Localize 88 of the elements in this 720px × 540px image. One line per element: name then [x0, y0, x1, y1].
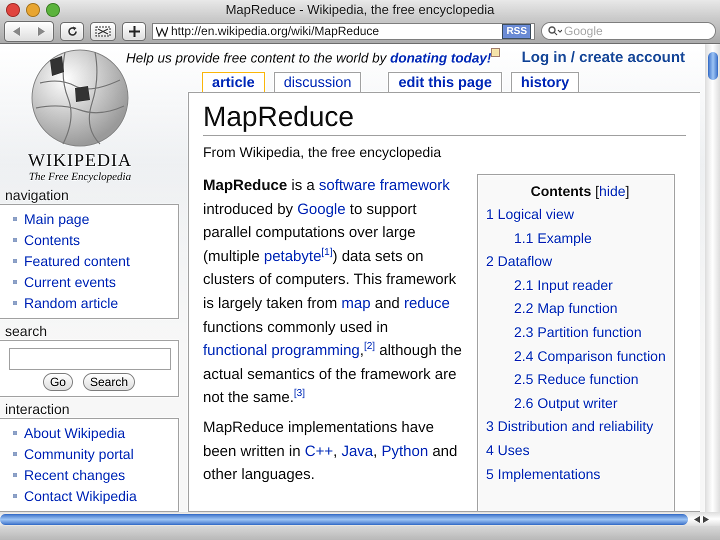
site-favicon-icon [156, 26, 168, 36]
logo-tagline: The Free Encyclopedia [28, 171, 132, 183]
bullet-icon [13, 238, 17, 242]
bullet-icon [13, 300, 17, 304]
toc-link[interactable]: 2 Dataflow [486, 250, 674, 274]
toc-link[interactable]: 5 Implementations [486, 462, 674, 486]
bullet-icon [13, 452, 17, 456]
toc-link[interactable]: 1 Logical view [486, 203, 674, 227]
sidebar-link[interactable]: Contact Wikipedia [24, 488, 137, 504]
search-form-button[interactable]: Search [82, 373, 136, 391]
toc-link[interactable]: 2.4 Comparison function [486, 344, 674, 368]
back-forward-buttons[interactable] [4, 20, 54, 42]
toc-link[interactable]: 2.5 Reduce function [486, 368, 674, 392]
donate-link[interactable]: donating today! [390, 50, 492, 66]
zoom-button[interactable] [46, 3, 60, 17]
portlet-heading: search [4, 322, 48, 340]
horizontal-scrollbar[interactable] [0, 512, 720, 526]
link[interactable]: programming [271, 342, 360, 360]
sidebar-link[interactable]: Recent changes [24, 466, 126, 482]
page-tab[interactable]: edit this page [388, 72, 502, 92]
window-title: MapReduce - Wikipedia, the free encyclopedia [226, 2, 494, 17]
bullet-icon [13, 494, 17, 498]
bullet-icon [13, 430, 17, 434]
snapback-button[interactable] [90, 22, 116, 40]
portlet-heading: navigation [4, 186, 70, 204]
close-button[interactable] [6, 3, 20, 17]
link[interactable]: map [341, 294, 371, 312]
plus-icon [128, 26, 140, 36]
left-arrow-icon[interactable] [694, 516, 700, 522]
right-arrow-icon[interactable] [703, 516, 709, 522]
toc-link[interactable]: 3 Distribution and reliability [486, 415, 674, 439]
link[interactable]: reduce [404, 294, 450, 312]
bullet-icon [13, 280, 17, 284]
link[interactable]: petabyte [264, 248, 322, 265]
scrollbar-thumb[interactable] [0, 514, 688, 524]
toc-link[interactable]: 2.2 Map function [486, 297, 674, 321]
link[interactable]: Google [297, 200, 346, 218]
reload-button[interactable] [60, 22, 84, 40]
sidebar-link[interactable]: Community portal [24, 446, 134, 462]
link[interactable]: software framework [318, 177, 450, 194]
minimize-button[interactable] [26, 3, 40, 17]
search-input[interactable] [9, 348, 171, 370]
scrollbar-thumb[interactable] [708, 52, 718, 80]
toc-link[interactable]: 1.1 Example [486, 226, 674, 250]
address-field[interactable]: http://en.wikipedia.org/wiki/MapReduce RSS [152, 22, 535, 40]
portlet-heading: interaction [4, 400, 71, 418]
page-tab[interactable]: history [510, 72, 580, 92]
toc-link[interactable]: 2.1 Input reader [486, 274, 674, 298]
bullet-icon [13, 216, 17, 220]
search-icon [548, 26, 562, 36]
login-link[interactable]: Log in / create account [522, 48, 685, 66]
address-text: http://en.wikipedia.org/wiki/MapReduce [171, 24, 380, 38]
back-arrow-icon [13, 26, 21, 36]
sidebar-link[interactable]: About Wikipedia [24, 424, 126, 440]
logo-wordmark: WIKIPEDIA [28, 150, 132, 171]
reload-icon [66, 26, 78, 36]
donation-message: Help us provide free content to the world by donating today! [126, 48, 500, 66]
toc-link[interactable]: 2.3 Partition function [486, 320, 674, 345]
search-form-button[interactable]: Go [42, 373, 73, 391]
forward-arrow-icon [37, 26, 45, 36]
search-placeholder: Google [564, 24, 603, 38]
paragraph: MapReduce is a software framework introduced by Google to support parallel computations over large (multiple petabyte$^{[1]}$) data sets on clusters of computers. This framework is largely taken from map and reduce functions commonly used in functional programming,$^{[2]}$ although the actual semantics of the framework are not the same.$^{[3]}$ [203, 176, 463, 408]
toc-link[interactable]: 2.6 Output writer [486, 392, 674, 416]
bullet-icon [13, 472, 17, 476]
link[interactable]: functional [203, 342, 272, 360]
reference-link[interactable]: [3] [294, 388, 306, 400]
reference-link[interactable]: [2] [364, 341, 376, 352]
sidebar-link[interactable]: Random article [24, 294, 118, 310]
page-tab[interactable]: discussion [274, 72, 362, 92]
page-tab[interactable]: article [202, 72, 265, 92]
toc-heading: Contents [hide] [530, 183, 630, 199]
sidebar-link[interactable]: Current events [24, 274, 116, 290]
sidebar-link[interactable]: Featured content [24, 252, 130, 268]
bullet-icon [13, 258, 17, 262]
link[interactable]: hide [599, 183, 626, 199]
link[interactable]: Java [341, 442, 374, 460]
article-subtitle: From Wikipedia, the free encyclopedia [203, 144, 442, 160]
note-icon [491, 48, 500, 58]
add-bookmark-button[interactable] [122, 22, 146, 40]
link[interactable]: Python [381, 442, 428, 460]
reference-link[interactable]: [1] [321, 246, 333, 258]
vertical-scrollbar[interactable] [705, 44, 720, 512]
article-title: MapReduce [203, 101, 686, 136]
link[interactable]: C++ [304, 442, 334, 460]
paragraph: MapReduce implementations have been written in C++, Java, Python and other languages. [203, 418, 458, 486]
sidebar-link[interactable]: Contents [24, 232, 80, 248]
toc-link[interactable]: 4 Uses [486, 438, 674, 463]
sidebar-link[interactable]: Main page [24, 210, 90, 226]
